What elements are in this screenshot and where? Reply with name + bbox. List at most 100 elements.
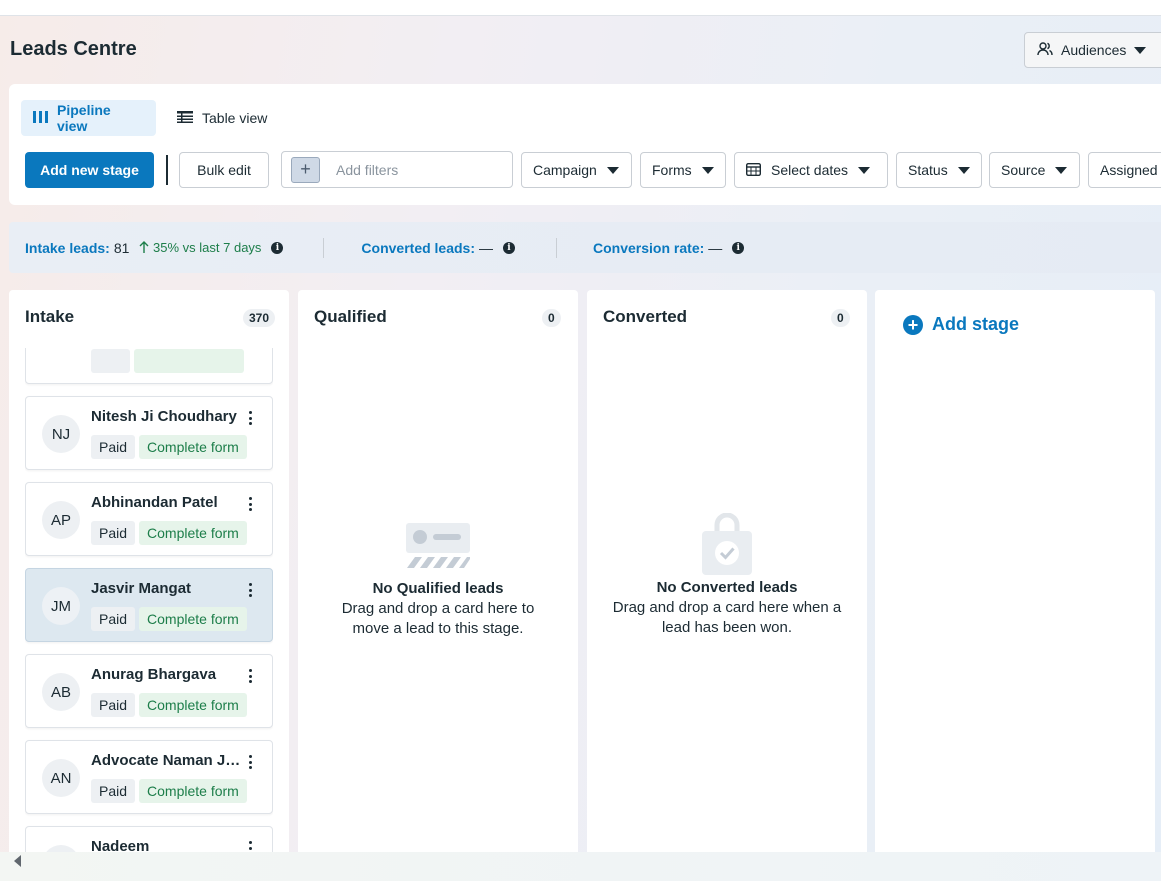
tab-pipeline-view[interactable]: Pipeline view (21, 100, 156, 136)
campaign-dropdown[interactable]: Campaign (521, 152, 632, 188)
lead-card[interactable] (25, 348, 273, 384)
columns-icon (33, 110, 48, 126)
avatar: AN (42, 759, 80, 797)
kebab-icon[interactable] (244, 495, 256, 513)
filter-input[interactable] (336, 161, 496, 178)
tag-status: Complete form (139, 693, 247, 717)
lead-name[interactable]: Anurag Bhargava (91, 666, 241, 683)
column-converted-title: Converted (603, 307, 688, 326)
tag-status (134, 349, 244, 373)
empty-lead-card-icon (405, 522, 471, 575)
select-dates-dropdown[interactable]: Select dates (734, 152, 888, 188)
converted-stat: Converted leads: — i (361, 239, 516, 256)
qualified-empty-state: No Qualified leads Drag and drop a card … (298, 579, 578, 639)
intake-trend-text: 35% vs last 7 days (153, 240, 262, 255)
lead-name[interactable]: Nitesh Ji Choudhary (91, 408, 241, 425)
column-intake-count: 370 (243, 309, 276, 327)
status-dropdown[interactable]: Status (896, 152, 982, 188)
column-converted: Converted 0 No Converted leads Drag and … (587, 290, 867, 852)
intake-stat: Intake leads: 81 35% vs last 7 days i (25, 239, 284, 256)
avatar: AB (42, 673, 80, 711)
scroll-left-arrow-icon[interactable] (14, 855, 21, 867)
column-converted-count: 0 (831, 309, 850, 327)
qualified-empty-body: Drag and drop a card here to move a lead… (341, 600, 535, 637)
kebab-icon[interactable] (244, 581, 256, 599)
calendar-icon (745, 162, 762, 179)
tag-source: Paid (91, 779, 136, 803)
bulk-edit-button[interactable]: Bulk edit (179, 152, 269, 188)
source-dropdown[interactable]: Source (989, 152, 1080, 188)
lead-tags: Paid Complete form (91, 693, 247, 717)
converted-empty-title: No Converted leads (656, 579, 798, 596)
column-qualified-title: Qualified (314, 307, 387, 326)
table-icon (177, 110, 193, 126)
page-title: Leads Centre (10, 38, 137, 60)
lead-tags (91, 349, 244, 373)
assigned-dropdown[interactable]: Assigned (1088, 152, 1161, 188)
stats-divider (323, 237, 325, 258)
column-intake: Intake 370 NJ Nitesh Ji Choudhary Paid Comp… (9, 290, 289, 852)
shopping-bag-check-icon (700, 512, 754, 580)
converted-empty-state: No Converted leads Drag and drop a card … (587, 578, 867, 638)
kebab-icon[interactable] (244, 409, 256, 427)
converted-label: Converted leads: (361, 239, 476, 256)
lead-card[interactable]: NANadeemPaidComplete form (25, 826, 273, 852)
lead-card[interactable]: AP Abhinandan Patel Paid Complete form (25, 482, 273, 556)
lead-card[interactable]: AN Advocate Naman Jain Paid Complete form (25, 740, 273, 814)
tag-status: Complete form (139, 521, 247, 545)
plus-icon[interactable]: + (291, 156, 320, 183)
chevron-down-icon (1055, 166, 1068, 174)
info-icon[interactable]: i (271, 241, 284, 254)
add-stage-button[interactable]: + Add stage (903, 314, 1019, 335)
people-icon (1037, 41, 1053, 59)
intake-card-list[interactable]: NJ Nitesh Ji Choudhary Paid Complete form AP… (25, 348, 273, 852)
info-icon[interactable]: i (732, 241, 745, 254)
intake-trend: 35% vs last 7 days (139, 240, 261, 255)
lead-tags: Paid Complete form (91, 521, 247, 545)
kebab-icon[interactable] (244, 753, 256, 771)
converted-empty-body: Drag and drop a card here when a lead ha… (612, 599, 842, 636)
lead-tags: Paid Complete form (91, 435, 247, 459)
lead-tags: Paid Complete form (91, 779, 247, 803)
chevron-down-icon (858, 166, 871, 174)
avatar: AP (42, 501, 80, 539)
kebab-icon[interactable] (244, 667, 256, 685)
avatar: NA (42, 845, 80, 852)
lead-name[interactable]: Nadeem (91, 838, 241, 852)
toolbar-panel: Pipeline view Table view Add new stage B… (9, 84, 1161, 205)
horizontal-scrollbar[interactable] (0, 852, 1161, 881)
converted-value: — (479, 239, 494, 256)
lead-card[interactable]: JM Jasvir Mangat Paid Complete form (25, 568, 273, 642)
tag-source: Paid (91, 693, 136, 717)
plus-circle-icon: + (903, 314, 923, 335)
lead-name[interactable]: Abhinandan Patel (91, 494, 241, 511)
qualified-empty-title: No Qualified leads (372, 580, 504, 597)
top-bar (0, 0, 1161, 16)
forms-dropdown[interactable]: Forms (640, 152, 726, 188)
chevron-down-icon (957, 166, 970, 174)
forms-dropdown-label: Forms (652, 162, 692, 178)
tab-table-view[interactable]: Table view (165, 100, 279, 136)
intake-value: 81 (113, 239, 130, 256)
filter-field[interactable]: + (281, 151, 513, 188)
tag-source (91, 349, 131, 373)
tag-status: Complete form (139, 607, 247, 631)
lead-card[interactable]: AB Anurag Bhargava Paid Complete form (25, 654, 273, 728)
tag-source: Paid (91, 435, 136, 459)
info-icon[interactable]: i (503, 241, 516, 254)
lead-name[interactable]: Jasvir Mangat (91, 580, 241, 597)
audiences-button[interactable]: Audiences (1024, 32, 1161, 68)
assigned-dropdown-label: Assigned (1100, 162, 1158, 178)
conversion-rate-label: Conversion rate: (593, 239, 705, 256)
conversion-rate-value: — (708, 239, 723, 256)
stats-bar: Intake leads: 81 35% vs last 7 days i Co… (9, 222, 1161, 273)
select-dates-label: Select dates (771, 162, 849, 178)
lead-name[interactable]: Advocate Naman Jain (91, 752, 241, 769)
kebab-icon[interactable] (244, 839, 256, 852)
audiences-label: Audiences (1061, 42, 1127, 58)
add-new-stage-button[interactable]: Add new stage (25, 152, 154, 188)
source-dropdown-label: Source (1001, 162, 1046, 178)
avatar: NJ (42, 415, 80, 453)
tab-table-label: Table view (202, 110, 268, 126)
lead-card[interactable]: NJ Nitesh Ji Choudhary Paid Complete form (25, 396, 273, 470)
